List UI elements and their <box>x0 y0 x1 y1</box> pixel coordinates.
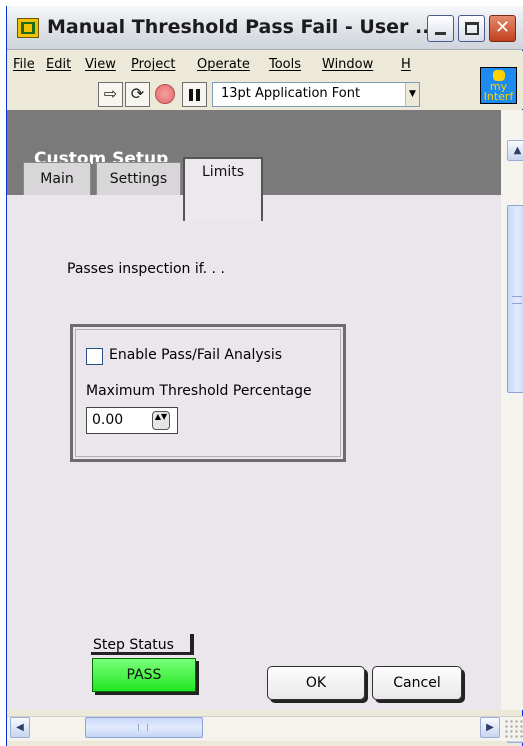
cancel-button[interactable]: Cancel <box>372 666 462 700</box>
step-status-indicator: PASS <box>92 658 196 692</box>
maximize-button[interactable] <box>458 15 485 42</box>
vi-window: Manual Threshold Pass Fail - User ... ✕ … <box>6 6 523 746</box>
font-ring[interactable]: 13pt Application Font <box>212 82 420 107</box>
tab-main[interactable]: Main <box>23 162 91 195</box>
close-icon: ✕ <box>494 17 511 38</box>
menu-edit[interactable]: Edit <box>46 57 71 72</box>
menu-file[interactable]: File <box>13 57 35 72</box>
vi-glyph-icon <box>493 70 505 81</box>
vertical-grip-icon <box>512 296 522 304</box>
menu-window[interactable]: Window <box>322 57 373 72</box>
labview-vi-icon <box>17 18 39 38</box>
scroll-right-icon[interactable]: ▶ <box>480 717 500 738</box>
pause-button[interactable] <box>182 82 207 107</box>
maximize-icon <box>465 22 479 35</box>
ok-button[interactable]: OK <box>267 666 365 700</box>
abort-execution-icon[interactable] <box>155 84 175 104</box>
menu-operate[interactable]: Operate <box>197 57 250 72</box>
menu-view[interactable]: View <box>85 57 116 72</box>
resize-grip-icon[interactable] <box>504 719 523 739</box>
menu-project[interactable]: Project <box>131 57 175 72</box>
vi-icon-text: my Interf <box>483 80 514 103</box>
tab-settings[interactable]: Settings <box>96 162 181 195</box>
app-icon-center <box>24 24 32 32</box>
close-button[interactable]: ✕ <box>489 15 516 42</box>
increment-decrement-icon[interactable]: ▲▼ <box>152 411 170 430</box>
pause-icon <box>189 89 193 101</box>
minimize-icon <box>435 32 446 35</box>
scroll-up-icon[interactable]: ▲ <box>507 140 523 161</box>
run-continuously-icon[interactable]: ⟳ <box>125 82 150 107</box>
vertical-scrollbar[interactable] <box>501 110 523 710</box>
menu-bar: File Edit View Project Operate Tools Win… <box>7 51 523 79</box>
scroll-left-icon[interactable]: ◀ <box>10 717 30 738</box>
toolbar: ⇨ ⟳ 13pt Application Font ▼ <box>7 79 523 109</box>
max-threshold-label: Maximum Threshold Percentage <box>86 383 312 399</box>
step-status-label: Step Status <box>93 637 174 653</box>
window-title: Manual Threshold Pass Fail - User ... <box>47 16 437 38</box>
enable-pass-fail-checkbox[interactable] <box>86 348 103 365</box>
menu-tools[interactable]: Tools <box>269 57 301 72</box>
tab-limits[interactable]: Limits <box>183 157 263 221</box>
title-bar[interactable]: Manual Threshold Pass Fail - User ... ✕ <box>7 6 523 50</box>
menu-help[interactable]: H <box>401 57 411 72</box>
run-arrow-icon[interactable]: ⇨ <box>98 82 123 107</box>
minimize-button[interactable] <box>427 15 454 42</box>
horizontal-grip-icon <box>138 724 148 731</box>
vi-connector-icon[interactable]: my Interf <box>480 67 517 104</box>
enable-pass-fail-label: Enable Pass/Fail Analysis <box>109 347 283 363</box>
passes-inspection-text: Passes inspection if. . . <box>67 261 225 277</box>
pause-icon-bar <box>196 89 200 101</box>
chevron-down-icon[interactable]: ▼ <box>405 83 419 106</box>
